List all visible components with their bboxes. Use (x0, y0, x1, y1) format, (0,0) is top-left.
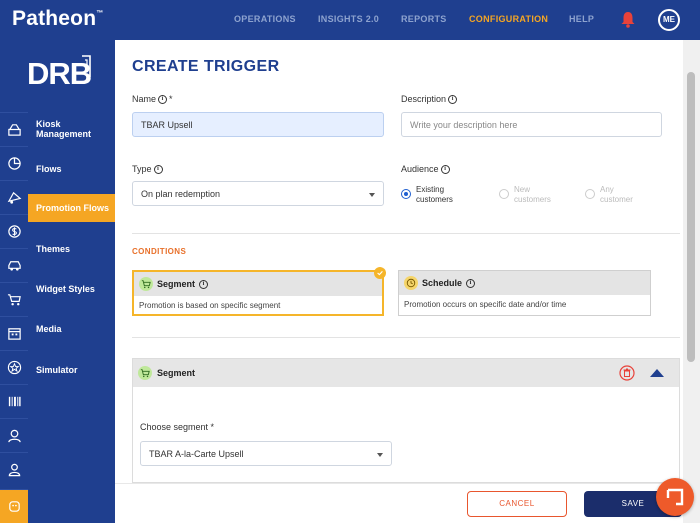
top-nav-bar: Patheon™ OPERATIONS INSIGHTS 2.0 REPORTS… (0, 0, 700, 40)
rail-kiosk[interactable] (0, 112, 28, 146)
info-icon[interactable]: i (199, 279, 209, 289)
rail-calendar[interactable] (0, 316, 28, 350)
menu-simulator[interactable]: Simulator (28, 353, 115, 387)
rail-face[interactable] (0, 489, 28, 523)
rail-rewards[interactable] (0, 350, 28, 384)
calendar-icon (7, 328, 21, 340)
audience-any-radio[interactable]: Any customer (585, 185, 633, 205)
bell-icon[interactable] (620, 11, 636, 28)
type-select-value: On plan redemption (141, 188, 221, 199)
info-icon[interactable]: i (158, 94, 168, 104)
description-label: Description i (401, 94, 458, 104)
radio-label: New customers (514, 185, 551, 204)
menu-flows[interactable]: Flows (28, 152, 115, 186)
name-input[interactable]: TBAR Upsell (132, 112, 384, 137)
face-icon (8, 501, 20, 512)
card-description: Promotion is based on specific segment (139, 301, 281, 310)
radio-dot (585, 189, 595, 199)
config-menu: DRB Kiosk Management Flows Promotion Flo… (0, 40, 115, 523)
menu-media[interactable]: Media (28, 312, 115, 346)
nav-insights[interactable]: INSIGHTS 2.0 (318, 14, 379, 24)
choose-segment-label: Choose segment * (140, 422, 215, 432)
card-header: Segment i (134, 272, 382, 296)
nav-configuration[interactable]: CONFIGURATION (469, 14, 548, 24)
scrollbar-thumb[interactable] (687, 72, 695, 362)
rail-payments[interactable] (0, 214, 28, 248)
user-icon (8, 463, 20, 477)
type-select[interactable]: On plan redemption (132, 181, 384, 206)
audience-new-radio[interactable]: New customers (499, 185, 551, 205)
cart-icon (7, 294, 21, 306)
car-icon (7, 261, 21, 271)
dollar-badge-icon (7, 225, 21, 238)
page-title: CREATE TRIGGER (132, 58, 280, 75)
description-input[interactable]: Write your description here (401, 112, 662, 137)
segment-panel-title: Segment (157, 368, 196, 378)
kiosk-icon (7, 124, 21, 136)
drb-logo-mark-icon (82, 55, 91, 77)
menu-kiosk-management[interactable]: Kiosk Management (28, 112, 115, 146)
star-icon (7, 360, 21, 375)
collapse-up-icon[interactable] (650, 369, 664, 377)
rail-barcode[interactable] (0, 384, 28, 418)
card-description: Promotion occurs on specific date and/or… (404, 300, 567, 309)
segment-panel-header[interactable]: Segment (133, 359, 679, 387)
segment-panel: Segment Choose segment * TBAR A-la-Carte… (132, 358, 680, 483)
support-agent-icon (7, 429, 21, 443)
chevron-down-icon (377, 453, 383, 457)
chevron-down-icon (369, 193, 375, 197)
segment-condition-card[interactable]: Segment i Promotion is based on specific… (132, 270, 384, 316)
menu-widget-styles[interactable]: Widget Styles (28, 272, 115, 306)
cart-icon (138, 366, 152, 380)
segment-select[interactable]: TBAR A-la-Carte Upsell (140, 441, 392, 466)
rail-users[interactable] (0, 452, 28, 486)
chat-bubble-icon (666, 488, 684, 506)
cart-icon (139, 277, 153, 291)
conditions-heading: CONDITIONS (132, 247, 187, 256)
barcode-icon (8, 396, 21, 407)
clock-icon (404, 276, 418, 290)
menu-themes[interactable]: Themes (28, 232, 115, 266)
radio-label: Existing customers (416, 185, 453, 204)
promotion-icon (7, 191, 21, 204)
card-title: Schedule (422, 278, 463, 288)
rail-promotions[interactable] (0, 180, 28, 214)
name-label: Name i * (132, 94, 173, 104)
nav-reports[interactable]: REPORTS (401, 14, 447, 24)
segment-select-value: TBAR A-la-Carte Upsell (149, 448, 244, 459)
info-icon[interactable]: i (153, 164, 163, 174)
divider (132, 233, 680, 234)
icon-rail (0, 40, 28, 523)
info-icon[interactable]: i (440, 164, 450, 174)
info-icon[interactable]: i (448, 94, 458, 104)
radio-dot (401, 189, 411, 199)
help-chat-button[interactable] (656, 478, 694, 516)
card-header: Schedule i (399, 271, 650, 295)
rail-cart[interactable] (0, 282, 28, 316)
user-avatar[interactable]: ME (658, 9, 680, 31)
radio-dot (499, 189, 509, 199)
card-title: Segment (157, 279, 196, 289)
cancel-button[interactable]: CANCEL (467, 491, 567, 517)
menu-promotion-flows[interactable]: Promotion Flows (28, 194, 115, 222)
nav-operations[interactable]: OPERATIONS (234, 14, 296, 24)
rail-support[interactable] (0, 418, 28, 452)
audience-existing-radio[interactable]: Existing customers (401, 185, 453, 205)
divider (132, 337, 680, 338)
selected-check-icon (374, 267, 386, 279)
patheon-logo[interactable]: Patheon™ (12, 7, 103, 31)
delete-icon[interactable] (619, 365, 635, 381)
rail-insights[interactable] (0, 146, 28, 180)
rail-vehicles[interactable] (0, 248, 28, 282)
schedule-condition-card[interactable]: Schedule i Promotion occurs on specific … (398, 270, 651, 316)
radio-label: Any customer (600, 185, 633, 204)
audience-label: Audience i (401, 164, 450, 174)
type-label: Type i (132, 164, 163, 174)
nav-help[interactable]: HELP (569, 14, 594, 24)
info-icon[interactable]: i (466, 278, 476, 288)
pie-chart-icon (7, 157, 21, 170)
